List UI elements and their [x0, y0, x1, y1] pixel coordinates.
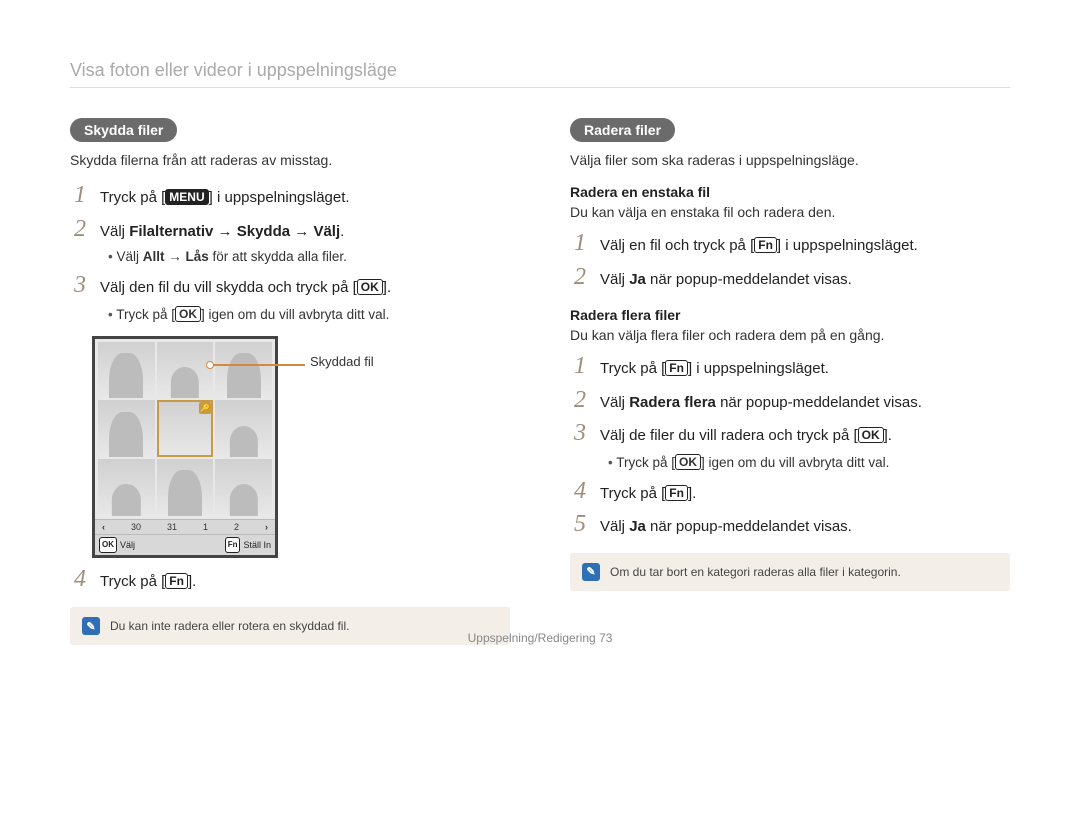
step-number: 2 [570, 264, 590, 291]
step-text: Tryck på [Fn]. [600, 483, 696, 506]
step-sub: Tryck på [OK] igen om du vill avbryta di… [108, 306, 510, 322]
step-text: Välj Ja när popup-meddelandet visas. [600, 269, 852, 292]
fn-badge: Fn [165, 573, 188, 589]
fn-badge: Fn [665, 485, 688, 501]
screen-bottom-bar: OKVälj FnStäll In [95, 534, 275, 555]
step-number: 5 [570, 511, 590, 538]
ok-badge: OK [858, 427, 884, 443]
note-text: Om du tar bort en kategori raderas alla … [610, 565, 901, 579]
step-number: 1 [570, 230, 590, 257]
step-number: 3 [570, 420, 590, 447]
ok-badge: OK [175, 306, 201, 322]
section-pill-delete: Radera filer [570, 118, 675, 142]
right-column: Radera filer Välja filer som ska raderas… [570, 118, 1010, 645]
protect-lead: Skydda filerna från att raderas av misst… [70, 152, 510, 168]
step-text: Välj Ja när popup-meddelandet visas. [600, 516, 852, 539]
step-number: 3 [70, 272, 90, 299]
delete-single-desc: Du kan välja en enstaka fil och radera d… [570, 204, 1010, 220]
left-column: Skydda filer Skydda filerna från att rad… [70, 118, 510, 645]
info-icon: ✎ [582, 563, 600, 581]
menu-badge: MENU [165, 189, 208, 205]
lock-icon: 🔑 [199, 402, 211, 414]
step-number: 2 [70, 216, 90, 243]
selected-thumbnail: 🔑 [157, 400, 214, 457]
step-text: Tryck på [Fn] i uppspelningsläget. [600, 358, 829, 381]
step-number: 4 [570, 478, 590, 505]
chevron-right-icon: › [262, 522, 271, 532]
step-text: Välj de filer du vill radera och tryck p… [600, 425, 892, 448]
delete-lead: Välja filer som ska raderas i uppspelnin… [570, 152, 1010, 168]
delete-single-head: Radera en enstaka fil [570, 184, 1010, 200]
step-number: 1 [70, 182, 90, 209]
chevron-left-icon: ‹ [99, 522, 108, 532]
step-number: 1 [570, 353, 590, 380]
ok-badge: OK [99, 537, 117, 553]
step-text: Välj Radera flera när popup-meddelandet … [600, 392, 922, 415]
note-delete: ✎ Om du tar bort en kategori raderas all… [570, 553, 1010, 591]
step-number: 2 [570, 387, 590, 414]
step-sub: Tryck på [OK] igen om du vill avbryta di… [608, 454, 1010, 470]
section-pill-protect: Skydda filer [70, 118, 177, 142]
ok-badge: OK [357, 279, 383, 295]
fn-badge: Fn [754, 237, 777, 253]
step-text: Tryck på [MENU] i uppspelningsläget. [100, 187, 350, 210]
step-sub: Välj Allt → Lås för att skydda alla file… [108, 249, 510, 264]
protect-steps: 1 Tryck på [MENU] i uppspelningsläget. 2… [70, 182, 510, 322]
fn-badge: Fn [665, 360, 688, 376]
page-footer: Uppspelning/Redigering 73 [0, 631, 1080, 645]
fn-badge: Fn [225, 537, 241, 553]
date-strip: ‹ 30 31 1 2 › [95, 519, 275, 534]
step-text: Välj den fil du vill skydda och tryck på… [100, 277, 391, 300]
step-number: 4 [70, 566, 90, 593]
delete-multi-desc: Du kan välja flera filer och radera dem … [570, 327, 1010, 343]
page-title: Visa foton eller videor i uppspelningslä… [70, 60, 1010, 88]
step-text: Välj Filalternativ → Skydda → Välj. [100, 221, 344, 244]
protect-illustration: 🔑 ‹ 30 31 1 2 › [92, 336, 372, 558]
ok-badge: OK [675, 454, 701, 470]
step-text: Välj en fil och tryck på [Fn] i uppspeln… [600, 235, 918, 258]
delete-multi-head: Radera flera filer [570, 307, 1010, 323]
callout-label: Skyddad fil [310, 354, 374, 369]
callout-line [210, 364, 305, 366]
step-text: Tryck på [Fn]. [100, 571, 196, 594]
